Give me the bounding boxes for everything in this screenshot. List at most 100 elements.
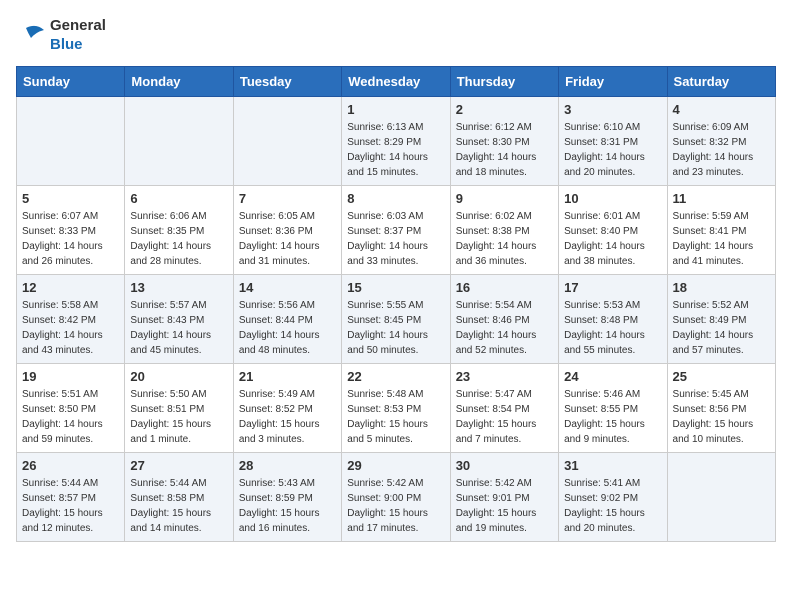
day-cell-28: 28 Sunrise: 5:43 AMSunset: 8:59 PMDayligh… (233, 453, 341, 542)
day-info: Sunrise: 5:51 AMSunset: 8:50 PMDaylight:… (22, 387, 119, 447)
week-row-5: 26Sunrise: 5:44 AMSunset: 8:57 PMDayligh… (17, 453, 776, 542)
day-info: Sunrise: 5:57 AMSunset: 8:43 PMDaylight:… (130, 298, 227, 358)
day-number: 14 (239, 280, 336, 295)
day-cell-22: 22 Sunrise: 5:48 AMSunset: 8:53 PMDayligh… (342, 364, 450, 453)
day-info: Sunrise: 6:06 AMSunset: 8:35 PMDaylight:… (130, 209, 227, 269)
col-header-sunday: Sunday (17, 67, 125, 97)
week-row-3: 12Sunrise: 5:58 AMSunset: 8:42 PMDayligh… (17, 275, 776, 364)
day-cell-empty (667, 453, 775, 542)
day-info: Sunrise: 5:50 AMSunset: 8:51 PMDaylight:… (130, 387, 227, 447)
calendar-table: SundayMondayTuesdayWednesdayThursdayFrid… (16, 66, 776, 542)
day-cell-30: 30 Sunrise: 5:42 AMSunset: 9:01 PMDayligh… (450, 453, 558, 542)
day-number: 22 (347, 369, 444, 384)
day-cell-15: 15Sunrise: 5:55 AMSunset: 8:45 PMDayligh… (342, 275, 450, 364)
day-number: 27 (130, 458, 227, 473)
day-cell-16: 16Sunrise: 5:54 AMSunset: 8:46 PMDayligh… (450, 275, 558, 364)
day-cell-14: 14 Sunrise: 5:56 AMSunset: 8:44 PMDayligh… (233, 275, 341, 364)
day-info: Sunrise: 5:42 AMSunset: 9:01 PMDaylight:… (456, 476, 553, 536)
day-number: 31 (564, 458, 661, 473)
day-number: 5 (22, 191, 119, 206)
col-header-thursday: Thursday (450, 67, 558, 97)
day-info: Sunrise: 6:05 AMSunset: 8:36 PMDaylight:… (239, 209, 336, 269)
day-number: 17 (564, 280, 661, 295)
day-info: Sunrise: 6:12 AMSunset: 8:30 PMDaylight:… (456, 120, 553, 180)
day-cell-17: 17Sunrise: 5:53 AMSunset: 8:48 PMDayligh… (559, 275, 667, 364)
day-info: Sunrise: 5:48 AMSunset: 8:53 PMDaylight:… (347, 387, 444, 447)
day-cell-18: 18 Sunrise: 5:52 AMSunset: 8:49 PMDayligh… (667, 275, 775, 364)
day-number: 7 (239, 191, 336, 206)
col-header-monday: Monday (125, 67, 233, 97)
week-row-1: 1 Sunrise: 6:13 AMSunset: 8:29 PMDaylight… (17, 97, 776, 186)
col-header-saturday: Saturday (667, 67, 775, 97)
day-info: Sunrise: 5:47 AMSunset: 8:54 PMDaylight:… (456, 387, 553, 447)
day-number: 26 (22, 458, 119, 473)
day-info: Sunrise: 5:41 AMSunset: 9:02 PMDaylight:… (564, 476, 661, 536)
day-number: 3 (564, 102, 661, 117)
day-cell-10: 10 Sunrise: 6:01 AMSunset: 8:40 PMDayligh… (559, 186, 667, 275)
day-info: Sunrise: 6:10 AMSunset: 8:31 PMDaylight:… (564, 120, 661, 180)
day-cell-12: 12Sunrise: 5:58 AMSunset: 8:42 PMDayligh… (17, 275, 125, 364)
logo-blue-text: Blue (50, 36, 83, 53)
day-info: Sunrise: 6:09 AMSunset: 8:32 PMDaylight:… (673, 120, 770, 180)
day-cell-11: 11Sunrise: 5:59 AMSunset: 8:41 PMDayligh… (667, 186, 775, 275)
header-row: SundayMondayTuesdayWednesdayThursdayFrid… (17, 67, 776, 97)
day-cell-8: 8Sunrise: 6:03 AMSunset: 8:37 PMDaylight… (342, 186, 450, 275)
day-number: 18 (673, 280, 770, 295)
day-number: 10 (564, 191, 661, 206)
day-cell-29: 29 Sunrise: 5:42 AMSunset: 9:00 PMDayligh… (342, 453, 450, 542)
day-number: 1 (347, 102, 444, 117)
day-cell-13: 13 Sunrise: 5:57 AMSunset: 8:43 PMDayligh… (125, 275, 233, 364)
day-cell-23: 23 Sunrise: 5:47 AMSunset: 8:54 PMDayligh… (450, 364, 558, 453)
day-info: Sunrise: 5:58 AMSunset: 8:42 PMDaylight:… (22, 298, 119, 358)
day-info: Sunrise: 5:44 AMSunset: 8:58 PMDaylight:… (130, 476, 227, 536)
day-cell-2: 2 Sunrise: 6:12 AMSunset: 8:30 PMDaylight… (450, 97, 558, 186)
day-number: 9 (456, 191, 553, 206)
day-number: 4 (673, 102, 770, 117)
day-cell-24: 24 Sunrise: 5:46 AMSunset: 8:55 PMDayligh… (559, 364, 667, 453)
day-number: 8 (347, 191, 444, 206)
week-row-2: 5 Sunrise: 6:07 AMSunset: 8:33 PMDaylight… (17, 186, 776, 275)
day-info: Sunrise: 5:46 AMSunset: 8:55 PMDaylight:… (564, 387, 661, 447)
day-info: Sunrise: 5:55 AMSunset: 8:45 PMDaylight:… (347, 298, 444, 358)
day-info: Sunrise: 5:42 AMSunset: 9:00 PMDaylight:… (347, 476, 444, 536)
day-info: Sunrise: 5:59 AMSunset: 8:41 PMDaylight:… (673, 209, 770, 269)
logo-text: General Blue (50, 16, 106, 54)
col-header-friday: Friday (559, 67, 667, 97)
day-info: Sunrise: 6:13 AMSunset: 8:29 PMDaylight:… (347, 120, 444, 180)
day-number: 13 (130, 280, 227, 295)
day-number: 28 (239, 458, 336, 473)
day-cell-3: 3 Sunrise: 6:10 AMSunset: 8:31 PMDaylight… (559, 97, 667, 186)
day-info: Sunrise: 5:56 AMSunset: 8:44 PMDaylight:… (239, 298, 336, 358)
logo: General Blue (16, 16, 106, 54)
day-info: Sunrise: 6:02 AMSunset: 8:38 PMDaylight:… (456, 209, 553, 269)
day-number: 30 (456, 458, 553, 473)
day-info: Sunrise: 5:52 AMSunset: 8:49 PMDaylight:… (673, 298, 770, 358)
day-cell-4: 4 Sunrise: 6:09 AMSunset: 8:32 PMDaylight… (667, 97, 775, 186)
day-cell-empty (233, 97, 341, 186)
day-cell-empty (125, 97, 233, 186)
day-info: Sunrise: 5:45 AMSunset: 8:56 PMDaylight:… (673, 387, 770, 447)
day-cell-27: 27 Sunrise: 5:44 AMSunset: 8:58 PMDayligh… (125, 453, 233, 542)
day-cell-7: 7 Sunrise: 6:05 AMSunset: 8:36 PMDaylight… (233, 186, 341, 275)
day-cell-31: 31 Sunrise: 5:41 AMSunset: 9:02 PMDayligh… (559, 453, 667, 542)
day-number: 29 (347, 458, 444, 473)
col-header-tuesday: Tuesday (233, 67, 341, 97)
day-cell-20: 20 Sunrise: 5:50 AMSunset: 8:51 PMDayligh… (125, 364, 233, 453)
day-number: 24 (564, 369, 661, 384)
day-cell-21: 21Sunrise: 5:49 AMSunset: 8:52 PMDayligh… (233, 364, 341, 453)
day-number: 20 (130, 369, 227, 384)
day-info: Sunrise: 6:01 AMSunset: 8:40 PMDaylight:… (564, 209, 661, 269)
day-cell-1: 1 Sunrise: 6:13 AMSunset: 8:29 PMDaylight… (342, 97, 450, 186)
day-number: 25 (673, 369, 770, 384)
day-number: 2 (456, 102, 553, 117)
day-number: 19 (22, 369, 119, 384)
day-cell-6: 6Sunrise: 6:06 AMSunset: 8:35 PMDaylight… (125, 186, 233, 275)
week-row-4: 19 Sunrise: 5:51 AMSunset: 8:50 PMDayligh… (17, 364, 776, 453)
logo-bird-icon (16, 18, 46, 53)
day-info: Sunrise: 6:07 AMSunset: 8:33 PMDaylight:… (22, 209, 119, 269)
logo-general-text: General (50, 17, 106, 34)
day-info: Sunrise: 5:43 AMSunset: 8:59 PMDaylight:… (239, 476, 336, 536)
day-cell-empty (17, 97, 125, 186)
day-number: 23 (456, 369, 553, 384)
day-cell-19: 19 Sunrise: 5:51 AMSunset: 8:50 PMDayligh… (17, 364, 125, 453)
